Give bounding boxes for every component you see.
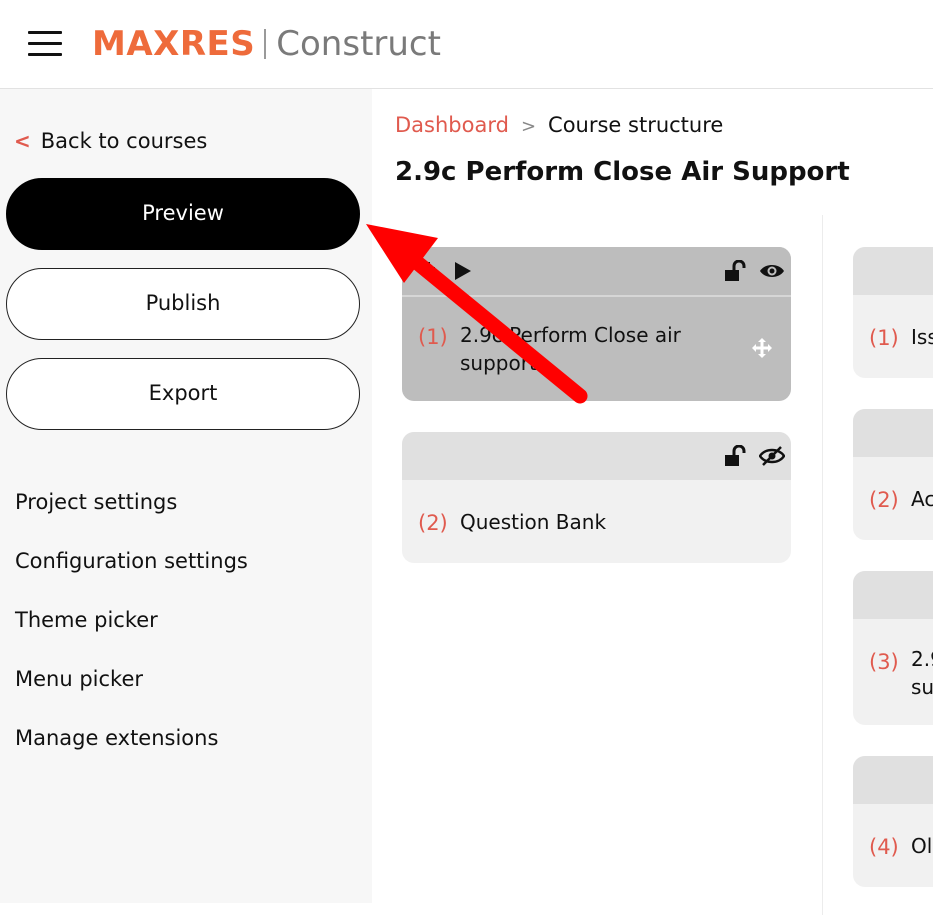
- card-header: [402, 432, 791, 480]
- breadcrumb-current: Course structure: [548, 113, 724, 137]
- card-number: (1): [869, 326, 899, 350]
- play-icon[interactable]: [454, 261, 472, 281]
- content-card[interactable]: (2) Question Bank: [402, 432, 791, 563]
- card-header: [853, 756, 933, 804]
- card-header: [853, 409, 933, 457]
- content-card[interactable]: (1) Iss: [853, 247, 933, 378]
- card-title: 2.9 su: [911, 645, 933, 701]
- breadcrumb-dashboard-link[interactable]: Dashboard: [395, 113, 509, 137]
- sidebar-item-configuration-settings[interactable]: Configuration settings: [15, 544, 248, 603]
- sidebar-item-theme-picker[interactable]: Theme picker: [15, 603, 248, 662]
- column-divider: [822, 215, 823, 915]
- page-title: 2.9c Perform Close Air Support: [395, 157, 850, 187]
- back-label: Back to courses: [40, 129, 208, 153]
- card-number: (2): [869, 488, 899, 512]
- sidebar-item-project-settings[interactable]: Project settings: [15, 485, 248, 544]
- content-card[interactable]: (3) 2.9 su: [853, 571, 933, 725]
- preview-button[interactable]: Preview: [6, 178, 360, 250]
- card-header: [853, 247, 933, 295]
- card-title-line1: 2.9c Perform Close air: [460, 323, 681, 347]
- unlock-icon[interactable]: [724, 445, 746, 467]
- move-icon[interactable]: [751, 337, 773, 359]
- brand-divider: [264, 29, 267, 59]
- card-number: (3): [869, 650, 899, 674]
- content-card-selected[interactable]: (1) 2.9c Perform Close air support: [402, 247, 791, 401]
- card-header: [402, 247, 791, 297]
- content-card[interactable]: (2) Ac: [853, 409, 933, 540]
- card-title-line1: 2.9: [911, 647, 933, 671]
- sidebar: < Back to courses Preview Publish Export …: [0, 89, 372, 903]
- brand-secondary: Construct: [276, 24, 441, 64]
- breadcrumb-separator: >: [520, 116, 537, 137]
- card-title: Ac: [911, 487, 933, 511]
- eye-icon[interactable]: [759, 262, 785, 280]
- chevron-left-icon: <: [14, 129, 31, 153]
- sidebar-item-menu-picker[interactable]: Menu picker: [15, 662, 248, 721]
- top-bar: MAXRES Construct: [0, 0, 933, 89]
- brand-logo: MAXRES Construct: [92, 22, 441, 66]
- card-title: Ol: [911, 834, 933, 858]
- card-title-line2: su: [911, 675, 933, 699]
- card-title-line2: support: [460, 351, 537, 375]
- sidebar-item-manage-extensions[interactable]: Manage extensions: [15, 721, 248, 780]
- hamburger-menu-icon[interactable]: [28, 30, 62, 56]
- eye-off-icon[interactable]: [759, 446, 785, 466]
- add-icon[interactable]: [420, 260, 436, 278]
- back-to-courses-link[interactable]: < Back to courses: [14, 129, 207, 153]
- card-title: Iss: [911, 325, 933, 349]
- brand-primary: MAXRES: [92, 24, 256, 64]
- card-number: (4): [869, 835, 899, 859]
- sidebar-nav: Project settings Configuration settings …: [15, 485, 248, 780]
- export-button[interactable]: Export: [6, 358, 360, 430]
- card-number: (1): [418, 325, 448, 349]
- unlock-icon[interactable]: [724, 260, 746, 282]
- card-number: (2): [418, 511, 448, 535]
- card-title: 2.9c Perform Close air support: [460, 321, 681, 377]
- content-card[interactable]: (4) Ol: [853, 756, 933, 887]
- card-header: [853, 571, 933, 619]
- main-content: Dashboard > Course structure 2.9c Perform …: [372, 89, 933, 915]
- card-title: Question Bank: [460, 510, 607, 534]
- publish-button[interactable]: Publish: [6, 268, 360, 340]
- breadcrumb: Dashboard > Course structure: [395, 113, 723, 137]
